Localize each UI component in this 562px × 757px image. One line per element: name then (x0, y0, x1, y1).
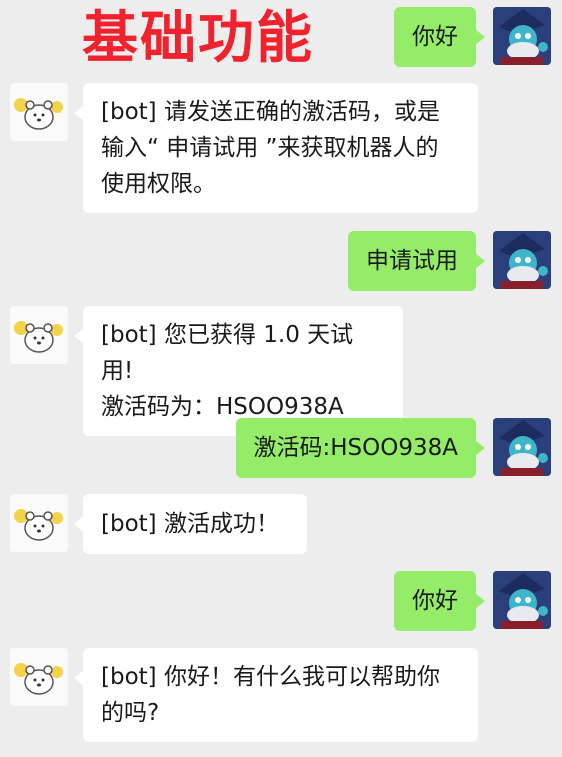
bot-avatar-icon[interactable] (10, 306, 68, 364)
user-avatar-icon[interactable] (493, 7, 551, 65)
bot-message-bubble: [bot] 你好！有什么我可以帮助你的吗? (74, 648, 478, 742)
user-message-bubble: 激活码:HSOO938A (235, 418, 486, 478)
user-avatar-icon[interactable] (493, 418, 551, 476)
user-message-bubble: 你好 (394, 7, 485, 67)
bot-message-bubble: [bot] 请发送正确的激活码，或是输入“ 申请试用 ”来获取机器人的使用权限。 (74, 83, 478, 213)
user-avatar-icon[interactable] (493, 231, 551, 289)
bot-message-line: [bot] 您已获得 1.0 天试用! (101, 322, 354, 384)
page-title: 基础功能 (82, 6, 314, 71)
bot-message-bubble: [bot] 激活成功！ (74, 494, 307, 554)
user-avatar-icon[interactable] (493, 571, 551, 629)
user-message-bubble: 申请试用 (348, 231, 485, 291)
bot-avatar-icon[interactable] (10, 83, 68, 141)
bot-avatar-icon[interactable] (10, 648, 68, 706)
bot-message-bubble: [bot] 您已获得 1.0 天试用! 激活码为：HSOO938A (74, 306, 403, 436)
bot-avatar-icon[interactable] (10, 494, 68, 552)
user-message-bubble: 你好 (394, 571, 485, 631)
